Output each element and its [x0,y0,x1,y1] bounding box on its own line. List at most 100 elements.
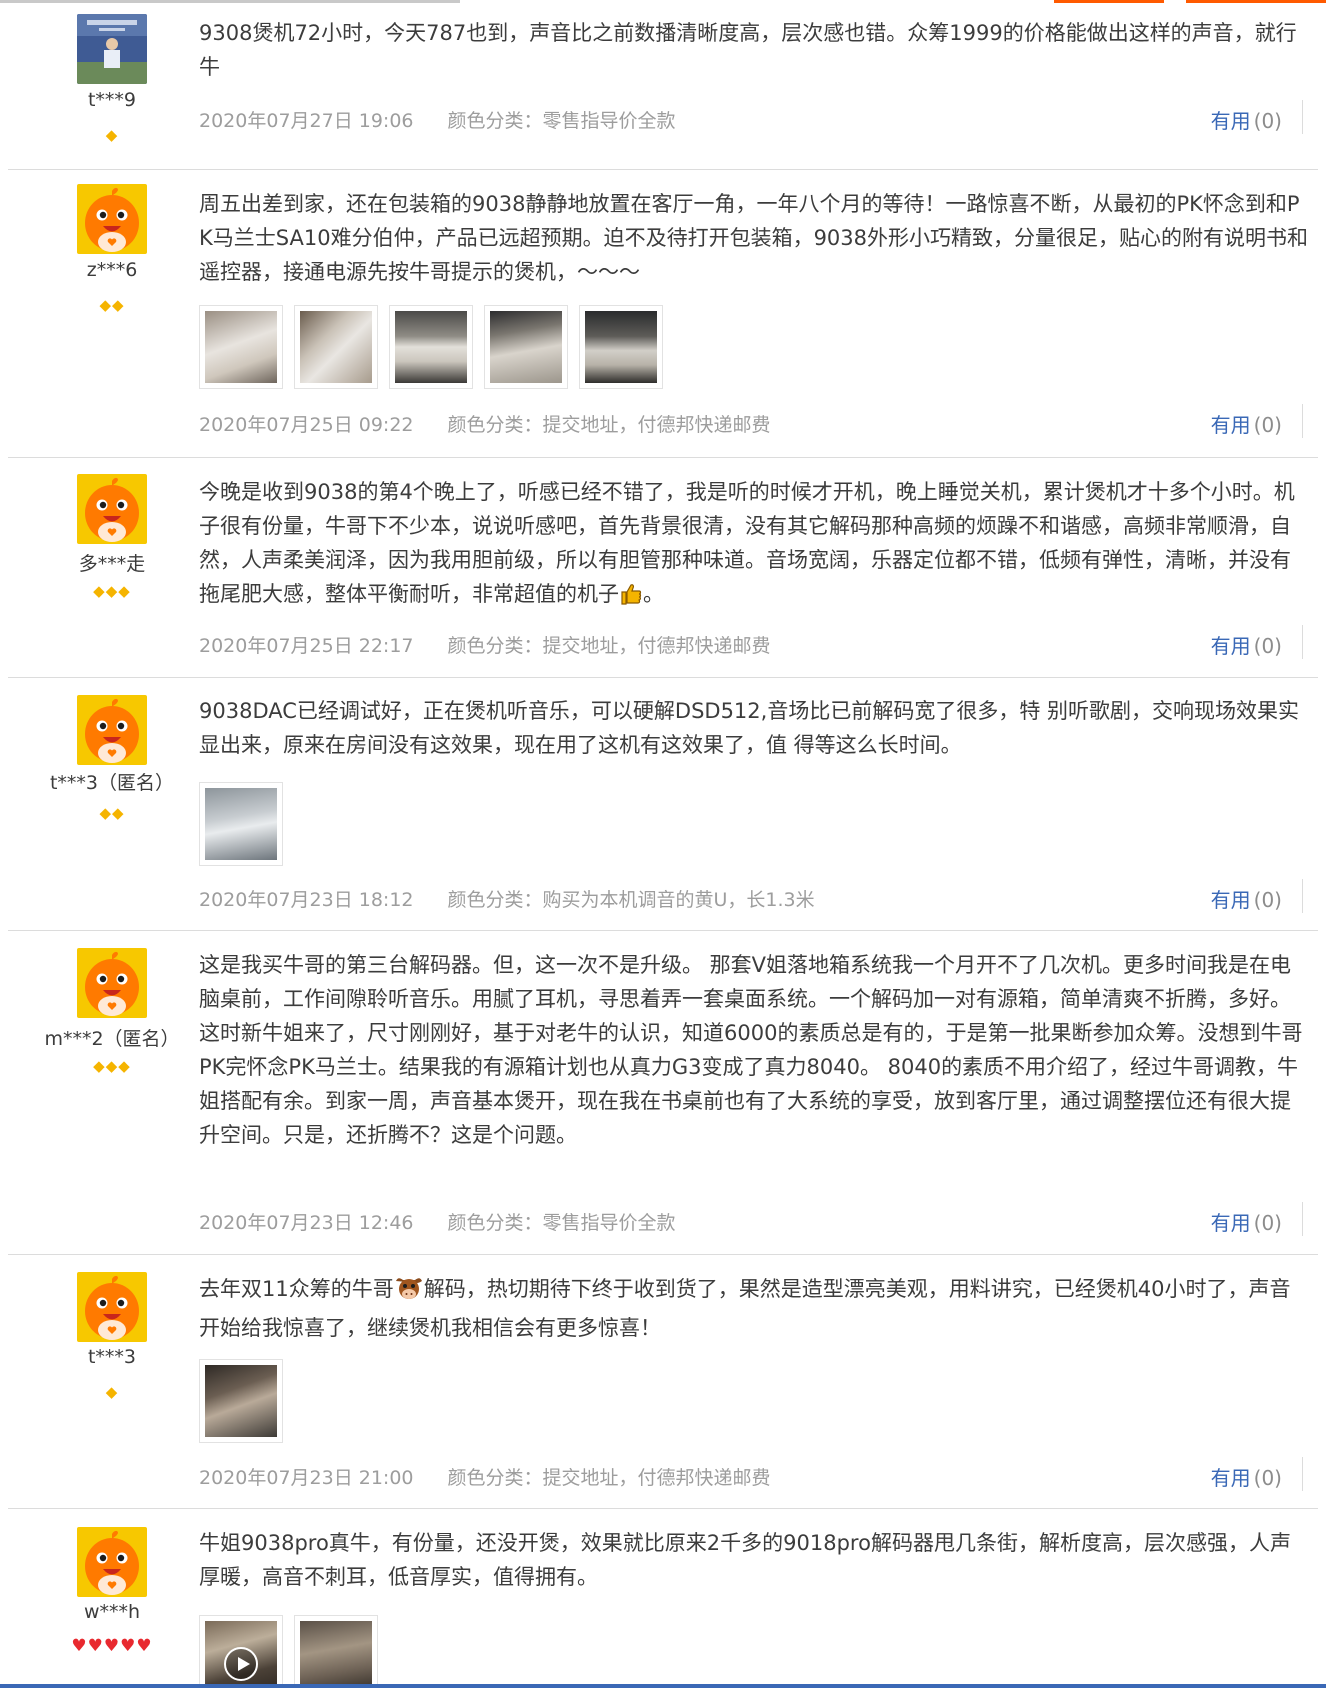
diamond-icon: ◆ [118,582,131,600]
username: t***3 [87,1346,137,1368]
separator [1302,100,1303,134]
useful-button[interactable]: 有用 (0) [1211,1462,1282,1491]
buyer-level: ◆◆◆ [8,582,216,600]
cow-icon [394,1275,424,1311]
review-image-thumbnail[interactable] [199,305,283,389]
useful-label: 有用 [1210,1466,1251,1490]
user-avatar[interactable] [77,695,147,765]
buyer-level: ◆◆ [8,296,216,314]
review-text: 今晚是收到9038的第4个晚上了，听感已经不错了，我是听的时候才开机，晚上睡觉关… [199,475,1309,616]
diamond-icon: ◆ [105,1057,119,1075]
review-text: 9308煲机72小时，今天787也到，声音比之前数播清晰度高，层次感也错。众筹1… [199,21,1297,79]
username: w***h [83,1601,141,1623]
review-text-tail: 。 [643,582,664,606]
sku-info: 颜色分类：购买为本机调音的黄U，长1.3米 [447,889,815,911]
review-meta: 2020年07月23日 21:00 颜色分类：提交地址，付德邦快递邮费 [199,1463,771,1490]
diamond-icon: ◆ [105,1383,119,1401]
review-images [199,1615,378,1688]
review-image-thumbnail[interactable] [389,305,473,389]
separator [1302,879,1303,913]
diamond-icon: ◆ [105,126,119,144]
user-avatar[interactable] [77,1272,147,1342]
sku-info: 颜色分类：提交地址，付德邦快递邮费 [447,1467,771,1489]
buyer-level: ◆ [8,126,216,144]
review-image-thumbnail[interactable] [294,1615,378,1688]
diamond-icon: ◆ [112,296,125,314]
review-meta: 2020年07月27日 19:06 颜色分类：零售指导价全款 [199,106,676,133]
thumbs-up-icon [619,582,643,616]
separator [1302,404,1303,438]
user-avatar[interactable] [77,184,147,254]
review-date: 2020年07月25日 09:22 [199,414,414,436]
user-avatar[interactable] [77,474,147,544]
diamond-icon: ◆ [93,1057,106,1075]
review-image-thumbnail[interactable] [199,782,283,866]
review-item: t***3 ◆ 去年双11众筹的牛哥 解码，热切期待下终于收到货了，果然是造型漂亮… [8,1255,1318,1509]
review-text: 周五出差到家，还在包装箱的9038静静地放置在客厅一角，一年八个月的等待！一路惊… [199,192,1309,284]
review-text: 牛姐9038pro真牛，有份量，还没开煲，效果就比原来2千多的9018pro解码… [199,1531,1291,1589]
review-image-thumbnail[interactable] [199,1359,283,1443]
play-icon[interactable] [224,1646,258,1681]
useful-label: 有用 [1210,413,1251,437]
useful-count: (0) [1253,109,1282,133]
review-item: m***2（匿名） ◆◆◆ 这是我买牛哥的第三台解码器。但，这一次不是升级。 那… [8,931,1318,1255]
review-date: 2020年07月27日 19:06 [199,110,414,132]
useful-button[interactable]: 有用 (0) [1211,105,1282,134]
review-text-head: 去年双11众筹的牛哥 [199,1277,394,1301]
heart-icon: ♥ [136,1636,153,1656]
review-item: t***9 ◆ 9308煲机72小时，今天787也到，声音比之前数播清晰度高，层… [8,0,1318,170]
heart-icon: ♥ [87,1636,104,1656]
heart-icon: ♥ [71,1636,88,1656]
heart-icon: ♥ [120,1636,137,1656]
review-image-thumbnail[interactable] [579,305,663,389]
review-images [199,782,283,866]
diamond-icon: ◆ [93,582,106,600]
review-meta: 2020年07月23日 18:12 颜色分类：购买为本机调音的黄U，长1.3米 [199,885,815,912]
username: m***2（匿名） [44,1028,180,1050]
user-avatar[interactable] [77,1527,147,1597]
review-item: w***h ♥♥♥♥♥ 牛姐9038pro真牛，有份量，还没开煲，效果就比原来2… [8,1509,1318,1688]
review-text-body: 今晚是收到9038的第4个晚上了，听感已经不错了，我是听的时候才开机，晚上睡觉关… [199,480,1295,606]
review-images [199,1359,283,1443]
useful-button[interactable]: 有用 (0) [1211,409,1282,438]
useful-button[interactable]: 有用 (0) [1211,884,1282,913]
username: t***3（匿名） [49,772,175,794]
sku-info: 颜色分类：提交地址，付德邦快递邮费 [447,635,771,657]
review-date: 2020年07月25日 22:17 [199,635,414,657]
useful-label: 有用 [1210,1211,1251,1235]
sku-info: 颜色分类：零售指导价全款 [447,1212,676,1234]
review-images [199,305,663,389]
review-date: 2020年07月23日 21:00 [199,1467,414,1489]
separator [1302,1202,1303,1236]
separator [1302,625,1303,659]
separator [1302,1457,1303,1491]
sku-info: 颜色分类：提交地址，付德邦快递邮费 [447,414,771,436]
review-image-thumbnail[interactable] [294,305,378,389]
review-item: t***3（匿名） ◆◆ 9038DAC已经调试好，正在煲机听音乐，可以硬解DS… [8,678,1318,931]
useful-count: (0) [1253,634,1282,658]
user-avatar[interactable] [77,948,147,1018]
username: t***9 [87,89,137,111]
heart-icon: ♥ [103,1636,121,1656]
user-avatar[interactable] [77,14,147,84]
review-image-thumbnail[interactable] [484,305,568,389]
useful-count: (0) [1253,888,1282,912]
buyer-level: ♥♥♥♥♥ [8,1637,216,1655]
review-date: 2020年07月23日 18:12 [199,889,414,911]
useful-count: (0) [1253,413,1282,437]
diamond-icon: ◆ [99,804,112,822]
diamond-icon: ◆ [112,804,125,822]
review-date: 2020年07月23日 12:46 [199,1212,414,1234]
useful-count: (0) [1253,1211,1282,1235]
review-item: 多***走 ◆◆◆ 今晚是收到9038的第4个晚上了，听感已经不错了，我是听的时… [8,458,1318,678]
review-meta: 2020年07月23日 12:46 颜色分类：零售指导价全款 [199,1208,676,1235]
diamond-icon: ◆ [118,1057,131,1075]
diamond-icon: ◆ [105,582,119,600]
useful-button[interactable]: 有用 (0) [1211,630,1282,659]
useful-count: (0) [1253,1466,1282,1490]
review-video-thumbnail[interactable] [199,1615,283,1688]
review-text: 去年双11众筹的牛哥 解码，热切期待下终于收到货了，果然是造型漂亮美观，用料讲究，… [199,1272,1309,1345]
useful-button[interactable]: 有用 (0) [1211,1207,1282,1236]
useful-label: 有用 [1210,888,1251,912]
diamond-icon: ◆ [99,296,112,314]
